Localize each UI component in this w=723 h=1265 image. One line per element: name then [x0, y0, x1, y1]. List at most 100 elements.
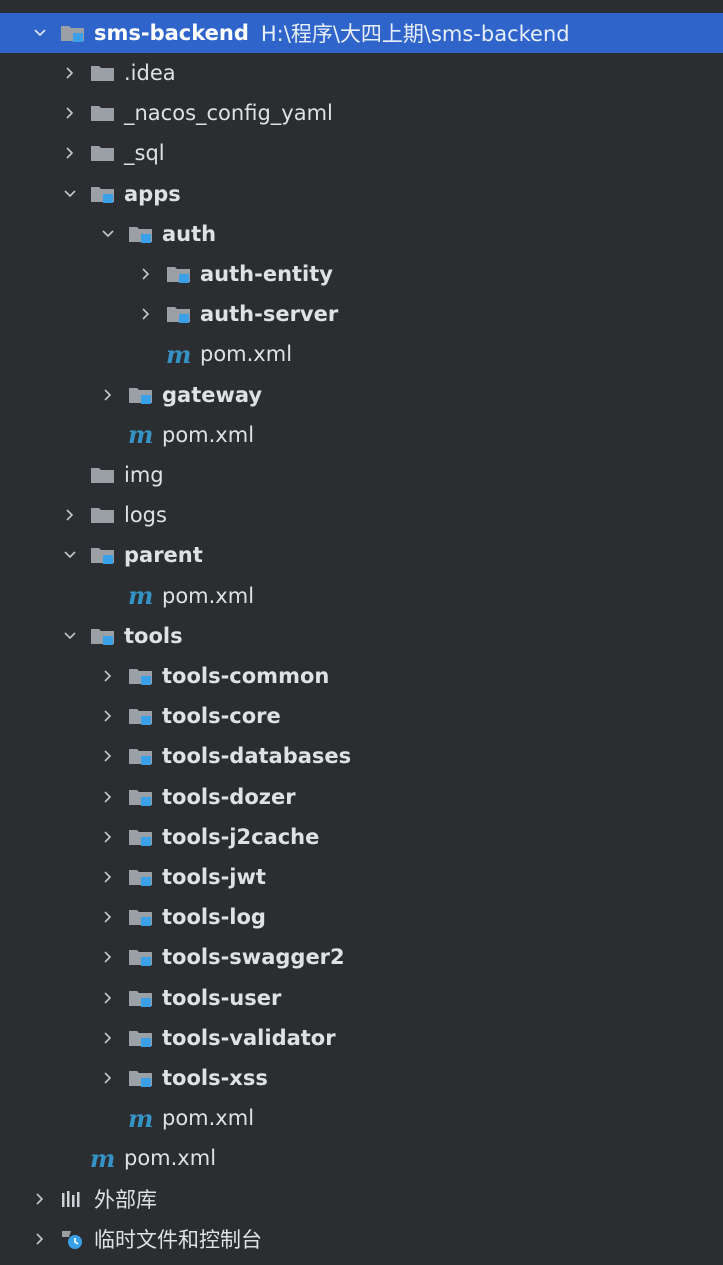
- tree-item-logs[interactable]: logs: [0, 495, 723, 535]
- tree-item-pom-xml[interactable]: m pom.xml: [0, 1138, 723, 1178]
- maven-icon: m: [128, 420, 153, 450]
- module-folder-icon: [128, 786, 156, 808]
- module-folder-icon: [128, 1067, 156, 1089]
- folder-icon: [90, 62, 118, 84]
- tree-item-label: tools-swagger2: [162, 945, 345, 970]
- chevron-right-icon[interactable]: [98, 746, 118, 766]
- tree-item-label: _sql: [124, 141, 165, 166]
- chevron-right-icon[interactable]: [98, 907, 118, 927]
- tree-item-label: pom.xml: [200, 342, 293, 367]
- tree-item-pom-xml[interactable]: m pom.xml: [0, 576, 723, 616]
- tree-item-sql[interactable]: _sql: [0, 133, 723, 173]
- tree-item-label: tools-databases: [162, 744, 352, 769]
- tree-item-label: img: [124, 463, 164, 487]
- folder-icon: [90, 102, 118, 124]
- tree-root-sms-backend[interactable]: sms-backend H:\程序\大四上期\sms-backend: [0, 13, 723, 53]
- tree-item-tools-jwt[interactable]: tools-jwt: [0, 857, 723, 897]
- folder-icon: [90, 142, 118, 164]
- chevron-right-icon[interactable]: [98, 1028, 118, 1048]
- tree-item-label: auth: [162, 221, 217, 246]
- chevron-right-icon[interactable]: [98, 947, 118, 967]
- chevron-right-icon[interactable]: [98, 706, 118, 726]
- tree-item-tools-log[interactable]: tools-log: [0, 897, 723, 937]
- tree-item-label: auth-entity: [200, 262, 333, 286]
- tree-item-gateway[interactable]: gateway: [0, 375, 723, 415]
- chevron-right-icon[interactable]: [136, 304, 156, 324]
- chevron-down-icon[interactable]: [60, 184, 80, 204]
- tree-item-label: apps: [124, 181, 181, 206]
- module-folder-icon: [90, 625, 118, 647]
- tree-item-tools-xss[interactable]: tools-xss: [0, 1058, 723, 1098]
- chevron-right-icon[interactable]: [60, 63, 80, 83]
- tree-item-parent[interactable]: parent: [0, 535, 723, 575]
- tree-item-label: tools-xss: [162, 1066, 268, 1090]
- tree-item-label: parent: [124, 543, 203, 568]
- tree-item-label: .idea: [124, 61, 176, 85]
- tree-item-img[interactable]: img: [0, 455, 723, 495]
- chevron-right-icon[interactable]: [60, 143, 80, 163]
- tree-item-nacos-config-yaml[interactable]: _nacos_config_yaml: [0, 93, 723, 133]
- module-folder-icon: [128, 906, 156, 928]
- tree-item-label: tools-jwt: [162, 865, 266, 889]
- maven-icon: m: [128, 1103, 153, 1133]
- tree-item-tools-validator[interactable]: tools-validator: [0, 1018, 723, 1058]
- chevron-right-icon[interactable]: [98, 827, 118, 847]
- tree-item-idea[interactable]: .idea: [0, 53, 723, 93]
- module-folder-icon: [128, 826, 156, 848]
- chevron-right-icon[interactable]: [60, 505, 80, 525]
- chevron-right-icon[interactable]: [30, 1229, 50, 1249]
- tree-item-apps[interactable]: apps: [0, 174, 723, 214]
- tree-item-tools-common[interactable]: tools-common: [0, 656, 723, 696]
- tree-item-tools[interactable]: tools: [0, 616, 723, 656]
- chevron-right-icon[interactable]: [98, 385, 118, 405]
- chevron-down-icon[interactable]: [60, 545, 80, 565]
- tree-item-label: 外部库: [94, 1187, 157, 1212]
- tree-item-tools-user[interactable]: tools-user: [0, 978, 723, 1018]
- chevron-down-icon[interactable]: [98, 224, 118, 244]
- tree-item-tools-j2cache[interactable]: tools-j2cache: [0, 817, 723, 857]
- chevron-right-icon[interactable]: [98, 787, 118, 807]
- maven-icon: m: [128, 581, 153, 611]
- tree-item-label: tools-validator: [162, 1025, 336, 1050]
- module-folder-icon: [128, 866, 156, 888]
- module-folder-icon: [128, 946, 156, 968]
- tree-item-label: tools-core: [162, 704, 281, 729]
- project-tree: sms-backend H:\程序\大四上期\sms-backend .idea…: [0, 0, 723, 1265]
- chevron-right-icon[interactable]: [98, 867, 118, 887]
- tree-item-pom-xml[interactable]: m pom.xml: [0, 334, 723, 374]
- tree-item-auth-entity[interactable]: auth-entity: [0, 254, 723, 294]
- tree-item-label: tools: [124, 623, 183, 648]
- chevron-right-icon[interactable]: [60, 103, 80, 123]
- module-folder-icon: [166, 303, 194, 325]
- module-folder-icon: [128, 705, 156, 727]
- module-folder-icon: [60, 22, 88, 44]
- tree-item-auth[interactable]: auth: [0, 214, 723, 254]
- chevron-right-icon[interactable]: [98, 988, 118, 1008]
- tree-item-tools-dozer[interactable]: tools-dozer: [0, 777, 723, 817]
- tree-item-auth-server[interactable]: auth-server: [0, 294, 723, 334]
- tree-item-label: tools-j2cache: [162, 824, 320, 849]
- tree-item-label: pom.xml: [162, 583, 255, 608]
- tree-item-tools-swagger2[interactable]: tools-swagger2: [0, 937, 723, 977]
- module-folder-icon: [128, 987, 156, 1009]
- chevron-down-icon[interactable]: [30, 23, 50, 43]
- chevron-right-icon[interactable]: [30, 1189, 50, 1209]
- tree-item-label: tools-log: [162, 905, 266, 930]
- chevron-down-icon[interactable]: [60, 626, 80, 646]
- tree-item-item-28[interactable]: 外部库: [0, 1179, 723, 1219]
- chevron-right-icon[interactable]: [98, 1068, 118, 1088]
- tree-item-label: tools-common: [162, 664, 330, 688]
- tree-item-item-29[interactable]: 临时文件和控制台: [0, 1219, 723, 1259]
- tree-item-tools-core[interactable]: tools-core: [0, 696, 723, 736]
- maven-icon: m: [90, 1143, 115, 1173]
- tree-item-tools-databases[interactable]: tools-databases: [0, 736, 723, 776]
- module-folder-icon: [90, 544, 118, 566]
- tree-item-pom-xml[interactable]: m pom.xml: [0, 1098, 723, 1138]
- chevron-right-icon[interactable]: [98, 666, 118, 686]
- module-folder-icon: [90, 183, 118, 205]
- tree-item-label: gateway: [162, 382, 263, 407]
- tree-item-pom-xml[interactable]: m pom.xml: [0, 415, 723, 455]
- tree-item-label: 临时文件和控制台: [94, 1227, 262, 1252]
- maven-icon: m: [166, 339, 191, 369]
- chevron-right-icon[interactable]: [136, 264, 156, 284]
